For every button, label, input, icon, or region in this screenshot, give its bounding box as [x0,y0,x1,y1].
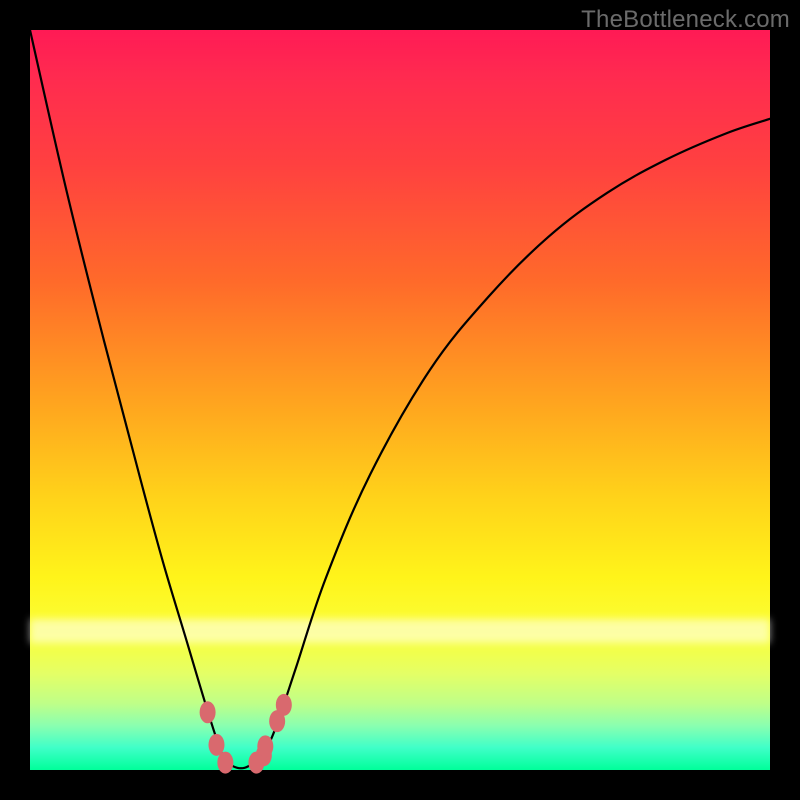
chart-svg [30,30,770,770]
bottleneck-curve [30,30,770,768]
chart-frame: TheBottleneck.com [0,0,800,800]
curve-marker [208,734,224,756]
watermark-text: TheBottleneck.com [581,6,790,34]
plot-area [30,30,770,770]
curve-marker [200,701,216,723]
curve-marker [217,752,233,774]
curve-marker [257,735,273,757]
curve-markers [200,694,292,774]
curve-marker [276,694,292,716]
